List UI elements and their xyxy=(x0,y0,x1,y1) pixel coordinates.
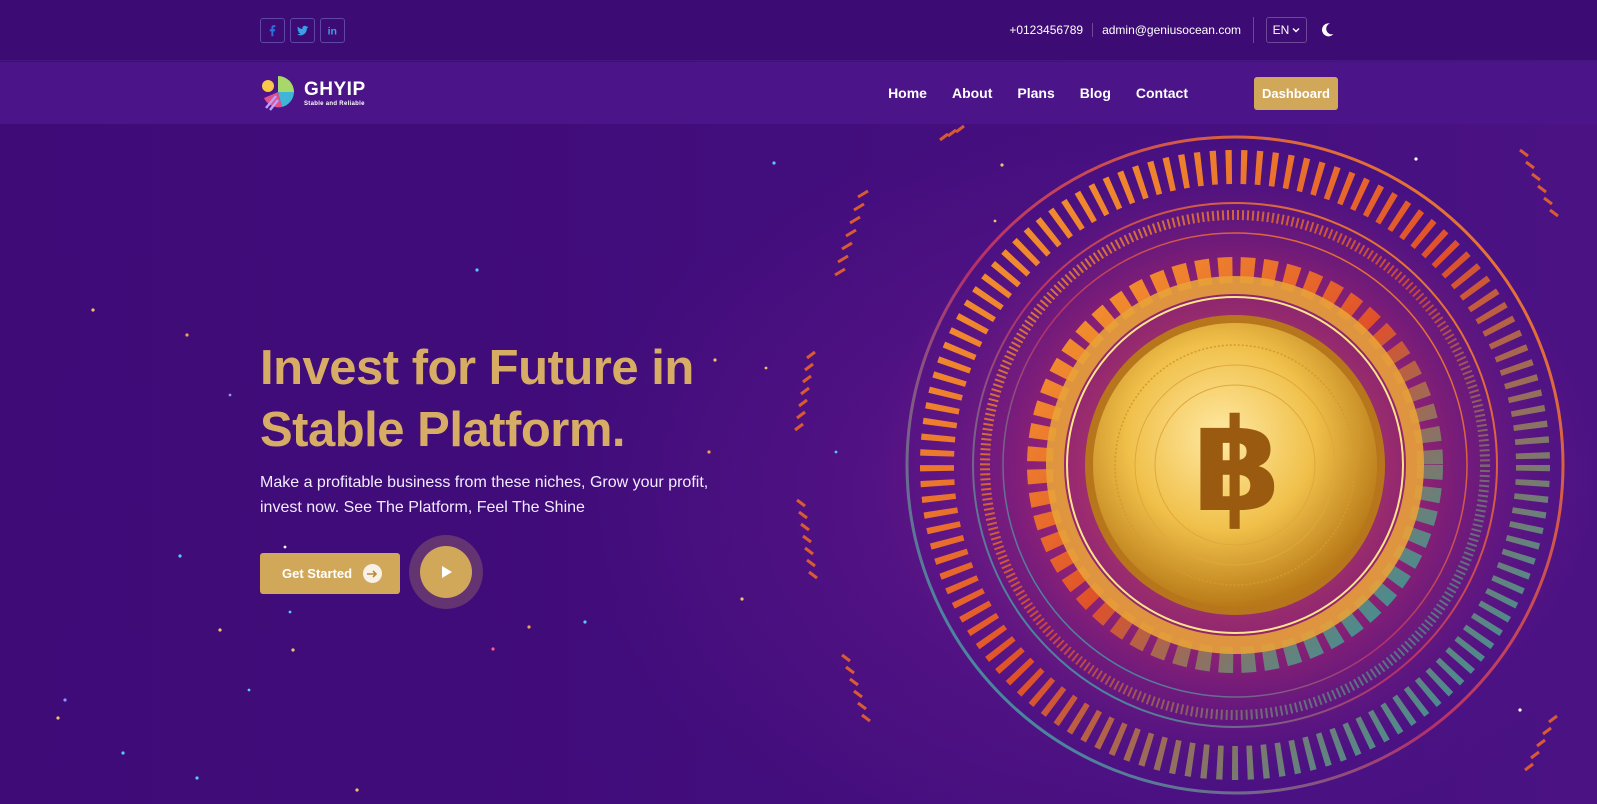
language-label: EN xyxy=(1272,23,1290,37)
nav-plans[interactable]: Plans xyxy=(1017,85,1054,101)
arrow-right-icon xyxy=(363,564,382,583)
email-address[interactable]: admin@geniusocean.com xyxy=(1093,17,1254,43)
nav-contact[interactable]: Contact xyxy=(1136,85,1188,101)
logo-mark-icon xyxy=(262,76,294,111)
main-navbar: GHYIP Stable and Reliable Home About Pla… xyxy=(0,62,1597,124)
get-started-label: Get Started xyxy=(282,566,353,581)
social-links: in xyxy=(260,18,345,43)
moon-icon[interactable] xyxy=(1319,22,1335,38)
hero-title: Invest for Future in Stable Platform. xyxy=(260,337,820,461)
svg-text:฿: ฿ xyxy=(1192,392,1281,541)
contact-info: +0123456789 admin@geniusocean.com EN xyxy=(1009,17,1335,43)
get-started-button[interactable]: Get Started xyxy=(260,553,400,594)
page: ฿ in +0123456789 admin@geniusocean.com E… xyxy=(0,0,1597,804)
svg-text:in: in xyxy=(328,26,337,37)
bitcoin-artwork: ฿ xyxy=(794,124,1565,795)
hero-title-line1: Invest for Future in xyxy=(260,341,694,395)
hero-description: Make a profitable business from these ni… xyxy=(260,474,709,516)
dashboard-button[interactable]: Dashboard xyxy=(1254,77,1338,110)
play-icon xyxy=(442,566,452,578)
chevron-down-icon xyxy=(1292,28,1300,33)
linkedin-icon[interactable]: in xyxy=(320,18,345,43)
hero-title-line2: Stable Platform. xyxy=(260,403,626,457)
top-bar: in +0123456789 admin@geniusocean.com EN xyxy=(0,0,1597,61)
nav-about[interactable]: About xyxy=(952,85,992,101)
twitter-icon[interactable] xyxy=(290,18,315,43)
phone-number[interactable]: +0123456789 xyxy=(1009,23,1094,37)
facebook-icon[interactable] xyxy=(260,18,285,43)
brand-tagline: Stable and Reliable xyxy=(304,101,365,107)
play-circle xyxy=(420,546,472,598)
brand-logo[interactable]: GHYIP Stable and Reliable xyxy=(260,74,366,114)
language-select[interactable]: EN xyxy=(1266,17,1307,43)
nav-home[interactable]: Home xyxy=(888,85,927,101)
main-menu: Home About Plans Blog Contact xyxy=(888,85,1188,101)
nav-blog[interactable]: Blog xyxy=(1080,85,1111,101)
video-play-button[interactable] xyxy=(409,535,483,609)
brand-name: GHYIP xyxy=(304,79,366,100)
